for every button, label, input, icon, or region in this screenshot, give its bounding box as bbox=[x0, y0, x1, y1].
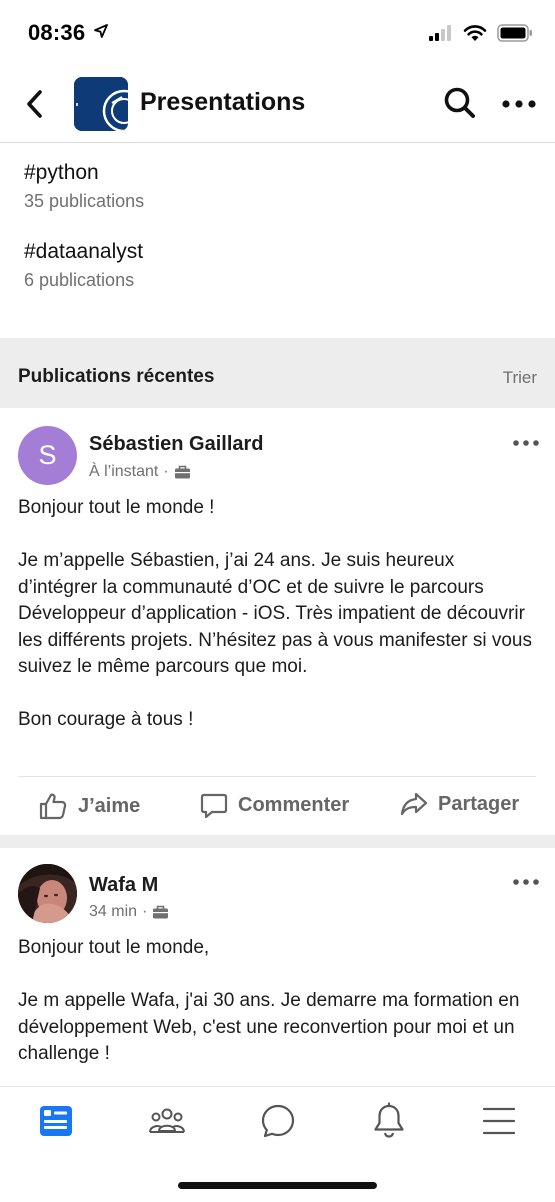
hashtag-name: #dataanalyst bbox=[24, 240, 144, 263]
post-body: Bonjour tout le monde, Je m appelle Wafa… bbox=[18, 937, 520, 1064]
post-actions: J’aime Commenter Partager bbox=[18, 776, 536, 836]
sort-button[interactable]: Trier bbox=[503, 368, 537, 388]
more-options-button[interactable] bbox=[500, 92, 538, 116]
hashtag-count: 6 publications bbox=[24, 270, 135, 290]
group-logo[interactable] bbox=[74, 77, 128, 131]
avatar[interactable] bbox=[18, 864, 77, 923]
back-button[interactable] bbox=[18, 86, 52, 122]
post-separator bbox=[0, 835, 555, 848]
briefcase-icon bbox=[174, 465, 190, 479]
nav-feed[interactable] bbox=[36, 1101, 76, 1141]
messages-icon bbox=[261, 1104, 295, 1138]
group-header: Presentations bbox=[0, 66, 555, 143]
like-button[interactable]: J’aime bbox=[38, 791, 140, 821]
notifications-icon bbox=[374, 1102, 404, 1138]
hashtag-item[interactable]: #dataanalyst 6 publications bbox=[24, 240, 143, 291]
nav-messages[interactable] bbox=[258, 1101, 298, 1141]
menu-icon bbox=[482, 1107, 516, 1135]
profile-photo bbox=[18, 864, 77, 923]
wifi-icon bbox=[463, 24, 487, 47]
avatar[interactable]: S bbox=[18, 426, 77, 485]
bottom-nav bbox=[0, 1086, 555, 1202]
hashtag-list: #python 35 publications #dataanalyst 6 p… bbox=[0, 143, 555, 338]
groups-icon bbox=[149, 1108, 185, 1133]
location-arrow-icon bbox=[94, 24, 108, 43]
post-body: Bonjour tout le monde ! Je m’appelle Séb… bbox=[18, 497, 532, 730]
like-label: J’aime bbox=[78, 794, 141, 817]
search-icon bbox=[444, 87, 475, 118]
post-time: 34 min bbox=[89, 903, 138, 920]
meta-dot: · bbox=[142, 903, 148, 920]
signal-icon bbox=[429, 25, 453, 46]
post-time: À l’instant bbox=[89, 463, 159, 480]
briefcase-icon bbox=[153, 905, 169, 919]
post-more-button[interactable] bbox=[512, 875, 540, 887]
section-title: Publications récentes bbox=[18, 366, 215, 387]
author-name[interactable]: Wafa M bbox=[89, 874, 158, 897]
post-meta: 34 min · bbox=[89, 903, 169, 921]
search-button[interactable] bbox=[441, 84, 479, 122]
hashtag-item[interactable]: #python 35 publications bbox=[24, 161, 144, 212]
comment-label: Commenter bbox=[238, 793, 350, 816]
thumbs-up-icon bbox=[39, 793, 67, 820]
more-horizontal-icon bbox=[513, 879, 539, 885]
hashtag-count: 35 publications bbox=[24, 191, 145, 211]
comment-button[interactable]: Commenter bbox=[200, 791, 349, 819]
share-label: Partager bbox=[438, 792, 520, 815]
nav-groups[interactable] bbox=[147, 1101, 187, 1141]
back-chevron-icon bbox=[27, 90, 42, 118]
page-title: Presentations bbox=[140, 88, 306, 116]
share-button[interactable]: Partager bbox=[400, 791, 519, 817]
comment-icon bbox=[200, 793, 228, 819]
author-name[interactable]: Sébastien Gaillard bbox=[89, 433, 264, 456]
group-logo-graphic bbox=[74, 77, 128, 131]
home-indicator[interactable] bbox=[178, 1182, 377, 1189]
hashtag-name: #python bbox=[24, 161, 99, 184]
battery-icon bbox=[497, 24, 533, 47]
post-more-button[interactable] bbox=[512, 436, 540, 448]
meta-dot: · bbox=[163, 463, 169, 480]
nav-notifications[interactable] bbox=[369, 1101, 409, 1141]
status-indicators bbox=[429, 24, 533, 47]
post-meta: À l’instant · bbox=[89, 463, 191, 481]
more-horizontal-icon bbox=[513, 440, 539, 446]
recent-posts-header: Publications récentes Trier bbox=[0, 338, 555, 408]
more-horizontal-icon bbox=[502, 100, 536, 108]
feed-icon bbox=[40, 1106, 72, 1136]
post-card: Wafa M 34 min · Bonjour tout le monde, J… bbox=[0, 848, 555, 1086]
share-arrow-icon bbox=[400, 792, 428, 816]
status-time: 08:36 bbox=[28, 20, 86, 45]
nav-menu[interactable] bbox=[479, 1101, 519, 1141]
post-card: S Sébastien Gaillard À l’instant · Bonjo… bbox=[0, 408, 555, 835]
status-bar: 08:36 bbox=[0, 0, 555, 66]
